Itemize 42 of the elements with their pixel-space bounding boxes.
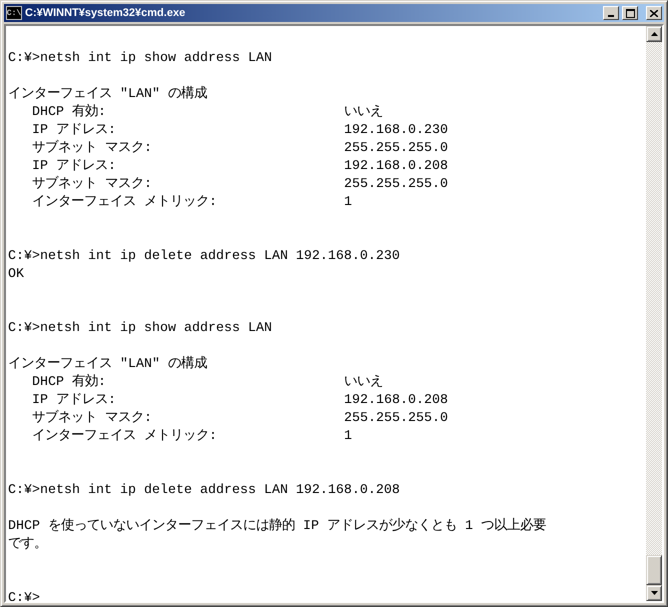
console-text: OK (8, 267, 24, 282)
setting-label: IP アドレス: (32, 392, 117, 410)
scroll-up-button[interactable] (646, 26, 662, 42)
setting-label: インターフェイス メトリック: (32, 428, 218, 446)
console-text: インターフェイス "LAN" の構成 (8, 87, 207, 102)
setting-label: DHCP 有効: (32, 104, 107, 122)
setting-value: 192.168.0.230 (344, 122, 449, 140)
setting-value: 192.168.0.208 (344, 158, 449, 176)
console-text: C:¥> (8, 591, 40, 601)
scroll-thumb[interactable] (646, 555, 662, 585)
window-title: C:¥WINNT¥system32¥cmd.exe (25, 7, 186, 19)
setting-value: 255.255.255.0 (344, 176, 449, 194)
console-text: C:¥>netsh int ip show address LAN (8, 51, 272, 66)
minimize-button[interactable] (603, 6, 619, 20)
setting-label: サブネット マスク: (32, 140, 153, 158)
close-button[interactable] (646, 6, 662, 20)
console-text: C:¥>netsh int ip delete address LAN 192.168.0.208 (8, 483, 400, 498)
setting-value: 255.255.255.0 (344, 140, 449, 158)
scroll-down-button[interactable] (646, 585, 662, 601)
setting-value: 255.255.255.0 (344, 410, 449, 428)
setting-label: DHCP 有効: (32, 374, 107, 392)
setting-label: IP アドレス: (32, 158, 117, 176)
console-text: C:¥>netsh int ip show address LAN (8, 321, 272, 336)
setting-label: インターフェイス メトリック: (32, 194, 218, 212)
setting-value: 1 (344, 428, 353, 446)
console-text: C:¥>netsh int ip delete address LAN 192.168.0.230 (8, 249, 400, 264)
console-text: DHCP を使っていないインターフェイスには静的 IP アドレスが少なくとも 1 つ以上必要です。 (8, 519, 546, 552)
setting-label: IP アドレス: (32, 122, 117, 140)
down-arrow-icon (650, 591, 658, 595)
maximize-icon (626, 8, 634, 18)
console-text: インターフェイス "LAN" の構成 (8, 357, 207, 372)
setting-label: サブネット マスク: (32, 176, 153, 194)
close-icon (650, 10, 658, 16)
setting-value: 192.168.0.208 (344, 392, 449, 410)
scrollbar[interactable] (646, 26, 662, 601)
setting-label: サブネット マスク: (32, 410, 153, 428)
maximize-button[interactable] (622, 6, 638, 20)
up-arrow-icon (650, 32, 658, 36)
console-icon: C:\ (6, 6, 22, 20)
setting-value: いいえ (344, 104, 384, 122)
setting-value: 1 (344, 194, 353, 212)
setting-value: いいえ (344, 374, 384, 392)
